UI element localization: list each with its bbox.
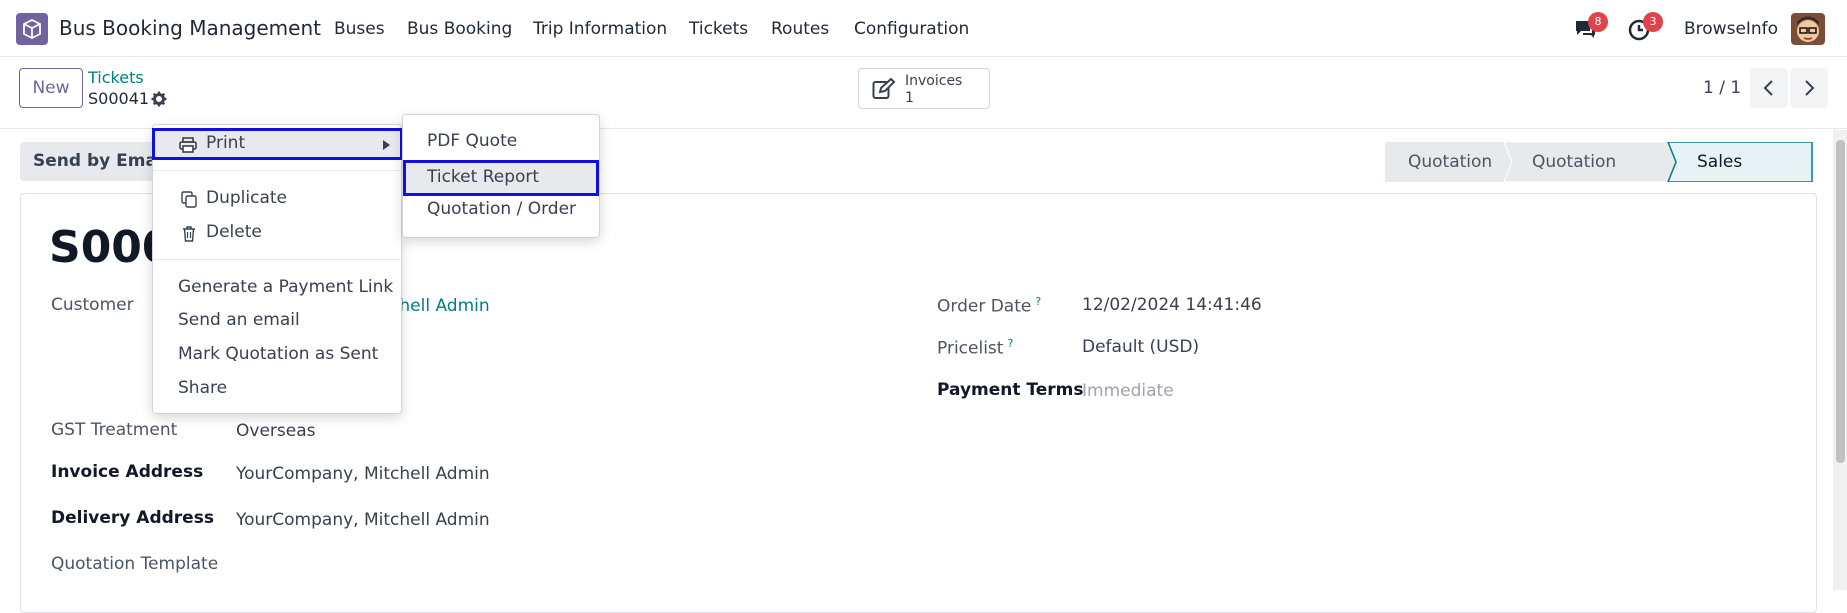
stage-sales-order[interactable]: Sales Order — [1697, 142, 1745, 212]
menu-tickets[interactable]: Tickets — [689, 19, 748, 39]
messages-badge: 8 — [1588, 12, 1608, 32]
order-date-value[interactable]: 12/02/2024 14:41:46 — [1082, 295, 1262, 315]
mark-quotation-sent-menu-item[interactable]: Mark Quotation as Sent — [153, 341, 401, 369]
menu-divider — [153, 170, 401, 171]
quotation-template-label: Quotation Template — [51, 554, 219, 574]
company-switcher[interactable]: BrowseInfo — [1684, 19, 1778, 39]
quotation-order-label: Quotation / Order — [427, 199, 577, 219]
user-avatar[interactable] — [1791, 13, 1825, 45]
menu-bus-booking[interactable]: Bus Booking — [407, 19, 512, 39]
delete-label: Delete — [206, 222, 262, 242]
generate-payment-link-menu-item[interactable]: Generate a Payment Link — [153, 274, 401, 302]
pdf-quote-menu-item[interactable]: PDF Quote — [403, 128, 599, 156]
app-title[interactable]: Bus Booking Management — [59, 16, 321, 40]
menu-routes[interactable]: Routes — [771, 19, 829, 39]
ticket-report-menu-item[interactable]: Ticket Report — [403, 160, 599, 196]
edit-document-icon — [872, 77, 896, 100]
top-navbar: Bus Booking Management Buses Bus Booking… — [0, 0, 1847, 57]
breadcrumb-tickets[interactable]: Tickets — [88, 68, 144, 87]
invoice-address-value[interactable]: YourCompany, Mitchell Admin — [236, 464, 490, 484]
customer-label: Customer — [51, 295, 134, 315]
trash-icon — [183, 226, 195, 242]
send-an-email-label: Send an email — [178, 310, 300, 330]
share-label: Share — [178, 378, 228, 398]
help-tooltip-icon[interactable]: ? — [1007, 337, 1013, 350]
new-button[interactable]: New — [19, 68, 83, 108]
printer-icon — [179, 137, 197, 153]
breadcrumb-current-record: S00041 — [88, 89, 150, 108]
menu-configuration[interactable]: Configuration — [854, 19, 969, 39]
menu-trip-information[interactable]: Trip Information — [533, 19, 667, 39]
mark-quotation-sent-label: Mark Quotation as Sent — [178, 344, 379, 364]
pdf-quote-label: PDF Quote — [427, 131, 518, 151]
duplicate-label: Duplicate — [206, 188, 287, 208]
activities-badge: 3 — [1643, 12, 1663, 32]
pricelist-label: Pricelist? — [937, 337, 1014, 359]
caret-right-icon — [383, 140, 390, 150]
chevron-right-icon — [1805, 80, 1815, 96]
send-by-email-button[interactable]: Send by Email — [20, 142, 162, 181]
action-menu: Print Duplicate Delete Generate a Paymen… — [152, 124, 403, 414]
payment-terms-label: Payment Terms — [937, 380, 1084, 400]
gst-treatment-label: GST Treatment — [51, 420, 178, 440]
delete-menu-item[interactable]: Delete — [153, 219, 401, 247]
help-tooltip-icon[interactable]: ? — [1035, 295, 1041, 308]
ticket-report-label: Ticket Report — [427, 167, 540, 187]
quotation-order-menu-item[interactable]: Quotation / Order — [403, 196, 599, 224]
stage-quotation[interactable]: Quotation — [1408, 142, 1492, 182]
menu-buses[interactable]: Buses — [334, 19, 385, 39]
generate-payment-link-label: Generate a Payment Link — [178, 277, 394, 297]
app-logo-icon[interactable] — [16, 13, 48, 45]
print-menu-item[interactable]: Print — [152, 128, 403, 160]
gear-icon[interactable] — [151, 91, 167, 107]
print-label: Print — [206, 133, 246, 153]
pager-value[interactable]: 1 / 1 — [1703, 78, 1741, 98]
duplicate-menu-item[interactable]: Duplicate — [153, 185, 401, 213]
delivery-address-label: Delivery Address — [51, 508, 214, 528]
delivery-address-value[interactable]: YourCompany, Mitchell Admin — [236, 510, 490, 530]
pager-previous-button[interactable] — [1750, 68, 1788, 108]
pager-next-button[interactable] — [1790, 68, 1828, 108]
payment-terms-value[interactable]: Immediate — [1082, 381, 1174, 401]
send-an-email-menu-item[interactable]: Send an email — [153, 307, 401, 335]
invoices-smart-button[interactable]: Invoices 1 — [858, 68, 990, 109]
invoices-count: 1 — [905, 90, 914, 106]
share-menu-item[interactable]: Share — [153, 375, 401, 403]
scrollbar-thumb[interactable] — [1836, 140, 1845, 463]
pricelist-value[interactable]: Default (USD) — [1082, 337, 1199, 357]
invoices-label: Invoices — [905, 73, 963, 89]
gst-treatment-value[interactable]: Overseas — [236, 421, 315, 441]
print-submenu: PDF Quote Ticket Report Quotation / Orde… — [402, 114, 600, 238]
chevron-left-icon — [1763, 80, 1773, 96]
invoice-address-label: Invoice Address — [51, 462, 204, 482]
copy-icon — [181, 191, 197, 208]
stage-quotation-sent[interactable]: Quotation Sent — [1532, 142, 1616, 212]
order-date-label: Order Date? — [937, 295, 1042, 317]
menu-divider — [153, 259, 401, 260]
